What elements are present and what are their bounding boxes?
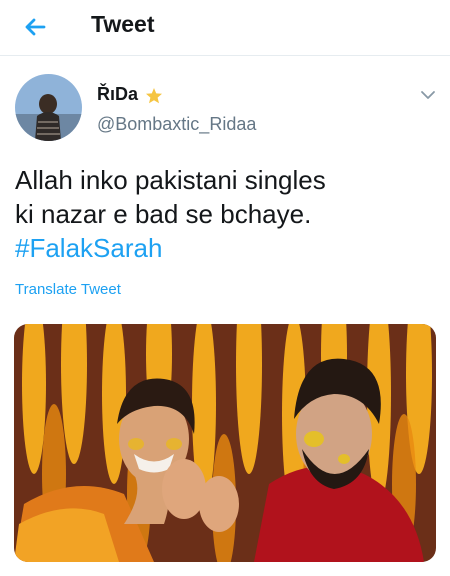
tweet-text: Allah inko pakistani singles ki nazar e … (15, 163, 435, 265)
tweet-photo[interactable] (14, 324, 436, 562)
chevron-down-icon[interactable] (419, 86, 437, 104)
tweet-line-2: ki nazar e bad se bchaye. (15, 199, 312, 229)
author-handle[interactable]: @Bombaxtic_Ridaa (97, 114, 256, 135)
avatar[interactable] (15, 74, 82, 141)
back-arrow-icon[interactable] (20, 12, 50, 42)
top-bar: Tweet (0, 0, 450, 56)
page-title: Tweet (91, 11, 155, 37)
author-name-row: ŘıDa (97, 82, 164, 106)
star-emoji (146, 88, 163, 104)
author-display-name[interactable]: ŘıDa (97, 84, 138, 105)
tweet-line-1: Allah inko pakistani singles (15, 165, 326, 195)
hashtag-link[interactable]: #FalakSarah (15, 231, 435, 265)
translate-tweet-link[interactable]: Translate Tweet (15, 281, 121, 298)
